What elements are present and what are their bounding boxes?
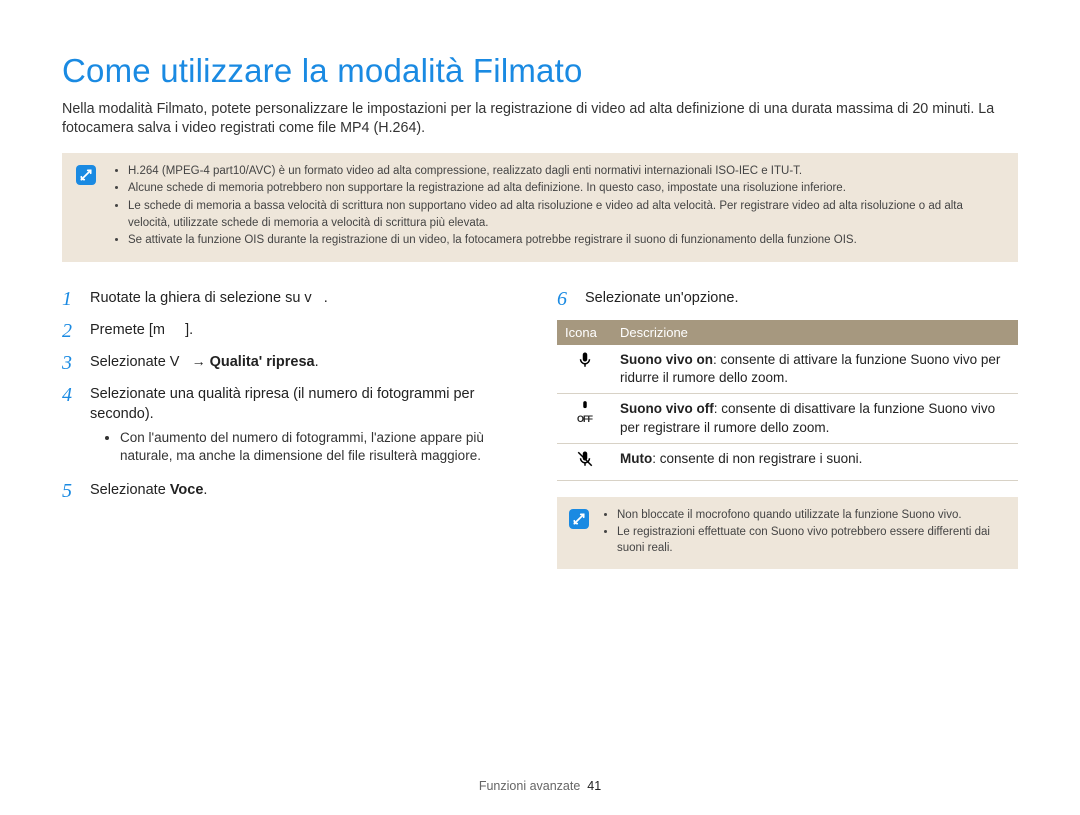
row2-bold: Suono vivo off [620,401,714,416]
table-row: Muto: consente di non registrare i suoni… [557,443,1018,480]
intro-paragraph: Nella modalità Filmato, potete personali… [62,100,1018,139]
step5-suffix: . [203,482,207,498]
step-text: Selezionate Voce. [90,480,207,502]
step-text: Ruotate la ghiera di selezione su v . [90,288,328,310]
step-6: 6 Selezionate un'opzione. [557,288,1018,310]
step3-suffix: . [315,354,319,370]
step-number: 4 [62,384,80,466]
step4-sub-item: Con l'aumento del numero di fotogrammi, … [120,429,523,467]
sound-on-icon [557,345,612,394]
footer-section: Funzioni avanzate [479,779,580,793]
sound-off-icon: OFF [557,394,612,443]
step-3: 3 Selezionate V → Qualita' ripresa. [62,352,523,374]
bottom-note-list: Non bloccate il mocrofono quando utilizz… [601,507,1006,557]
bottom-note-item: Le registrazioni effettuate con Suono vi… [617,524,1006,557]
bottom-note-box: Non bloccate il mocrofono quando utilizz… [557,497,1018,569]
step-number: 6 [557,288,575,310]
step3-bold: Qualita' ripresa [210,354,315,370]
step-number: 1 [62,288,80,310]
step4-sublist: Con l'aumento del numero di fotogrammi, … [120,429,523,467]
top-note-box: H.264 (MPEG-4 part10/AVC) è un formato v… [62,153,1018,262]
row1-bold: Suono vivo on [620,352,713,367]
table-row: Suono vivo on: consente di attivare la f… [557,345,1018,394]
th-icon: Icona [557,320,612,345]
top-note-item: Le schede di memoria a bassa velocità di… [128,198,1004,231]
right-column: 6 Selezionate un'opzione. Icona Descrizi… [557,288,1018,569]
step-number: 3 [62,352,80,374]
page-footer: Funzioni avanzate 41 [0,779,1080,793]
left-column: 1 Ruotate la ghiera di selezione su v . … [62,288,523,569]
manual-page: Come utilizzare la modalità Filmato Nell… [0,0,1080,815]
arrow-icon: → [192,353,206,369]
step-text: Premete [m ]. [90,320,193,342]
step-2: 2 Premete [m ]. [62,320,523,342]
step5-prefix: Selezionate [90,482,170,498]
page-title: Come utilizzare la modalità Filmato [62,52,1018,90]
table-row: OFF Suono vivo off: consente di disattiv… [557,394,1018,443]
row3-rest: : consente di non registrare i suoni. [652,451,862,466]
step-text: Selezionate un'opzione. [585,288,739,310]
options-table: Icona Descrizione Suono vivo on: consent… [557,320,1018,481]
row3-bold: Muto [620,451,652,466]
info-icon [76,165,96,185]
step-1: 1 Ruotate la ghiera di selezione su v . [62,288,523,310]
mute-icon [557,443,612,480]
info-icon [569,509,589,529]
top-note-item: Alcune schede di memoria potrebbero non … [128,180,1004,197]
step4-text: Selezionate una qualità ripresa (il nume… [90,386,474,422]
step5-bold: Voce [170,482,204,498]
row-description: Suono vivo off: consente di disattivare … [612,394,1018,443]
step-text: Selezionate V → Qualita' ripresa. [90,352,319,374]
row-description: Muto: consente di non registrare i suoni… [612,443,1018,480]
step-5: 5 Selezionate Voce. [62,480,523,502]
step-text: Selezionate una qualità ripresa (il nume… [90,384,523,466]
off-label: OFF [577,416,592,423]
top-note-item: H.264 (MPEG-4 part10/AVC) è un formato v… [128,163,1004,180]
top-note-item: Se attivate la funzione OIS durante la r… [128,232,1004,249]
top-note-list: H.264 (MPEG-4 part10/AVC) è un formato v… [110,163,1004,250]
step-number: 2 [62,320,80,342]
step3-prefix: Selezionate V [90,354,179,370]
row-description: Suono vivo on: consente di attivare la f… [612,345,1018,394]
page-number: 41 [587,779,601,793]
th-description: Descrizione [612,320,1018,345]
step-number: 5 [62,480,80,502]
bottom-note-item: Non bloccate il mocrofono quando utilizz… [617,507,1006,524]
step-4: 4 Selezionate una qualità ripresa (il nu… [62,384,523,466]
